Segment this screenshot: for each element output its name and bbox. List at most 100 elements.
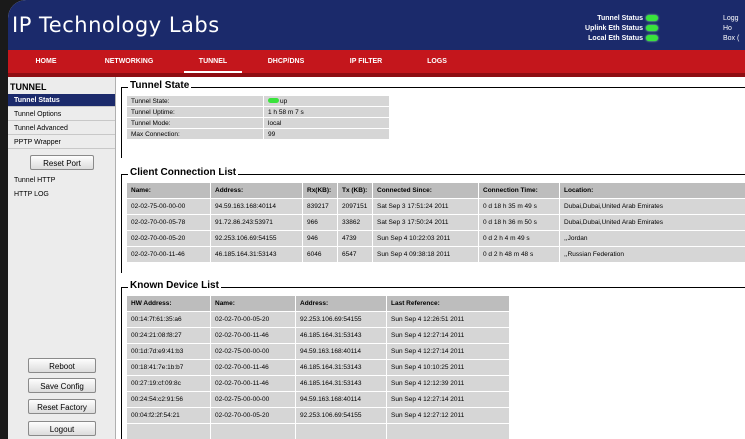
cell: 33862 bbox=[337, 214, 373, 231]
status-led-icon bbox=[646, 25, 658, 32]
device-list-section: Known Device List HW Address: Name: Addr… bbox=[121, 280, 745, 439]
cell: 0 d 2 h 48 m 48 s bbox=[478, 246, 560, 263]
cell: Sun Sep 4 12:26:51 2011 bbox=[386, 311, 510, 328]
status-panel: Tunnel Status Uplink Eth Status Local Et… bbox=[458, 14, 658, 44]
sidebar-item-http-log[interactable]: HTTP LOG bbox=[8, 188, 115, 201]
cell: 02-02-70-00-05-78 bbox=[126, 214, 211, 231]
reset-port-button[interactable]: Reset Port bbox=[30, 155, 94, 170]
sidebar-item-tunnel-status[interactable]: Tunnel Status bbox=[8, 94, 115, 107]
cell: 92.253.106.69:54155 bbox=[210, 230, 303, 247]
tunnel-status-label: Tunnel Status bbox=[597, 15, 643, 22]
sidebar-title: TUNNEL bbox=[10, 82, 47, 92]
table-row: 00:24:21:08:f8:27 02-02-70-00-11-46 46.185… bbox=[126, 327, 510, 344]
nav-dhcp-dns[interactable]: DHCP/DNS bbox=[256, 50, 316, 73]
cell: 46.185.164.31:53143 bbox=[295, 375, 387, 392]
table-row: 00:18:41:7e:1b:b7 02-02-70-00-11-46 46.185… bbox=[126, 359, 510, 376]
max-connection-label: Max Connection: bbox=[126, 128, 264, 140]
cell: 00:27:19:cf:09:8c bbox=[126, 375, 211, 392]
sidebar-item-tunnel-options[interactable]: Tunnel Options bbox=[8, 108, 115, 121]
sidebar-item-tunnel-http[interactable]: Tunnel HTTP bbox=[8, 174, 115, 187]
cell: 02-02-70-00-11-46 bbox=[210, 359, 296, 376]
table-row: Tunnel Mode: local bbox=[126, 117, 390, 129]
nav-home[interactable]: HOME bbox=[22, 50, 70, 73]
cell: 966 bbox=[302, 214, 338, 231]
table-row: 00:04:f2:2f:54:21 02-02-70-00-05-20 92.253… bbox=[126, 407, 510, 424]
logout-button[interactable]: Logout bbox=[28, 421, 96, 436]
table-row: 00:24:54:c2:91:56 02-02-75-00-00-00 94.59.… bbox=[126, 391, 510, 408]
col-location: Location: bbox=[559, 182, 745, 199]
col-connected-since: Connected Since: bbox=[372, 182, 479, 199]
tunnel-state-section: Tunnel State Tunnel State: up Tunnel Upt… bbox=[121, 80, 745, 158]
tunnel-state-title: Tunnel State bbox=[128, 80, 192, 91]
table-row: Tunnel State: up bbox=[126, 95, 390, 107]
known-device-table: HW Address: Name: Address: Last Referenc… bbox=[126, 295, 510, 439]
col-last-reference: Last Reference: bbox=[386, 295, 510, 312]
cell: 46.185.164.31:53143 bbox=[210, 246, 303, 263]
cell bbox=[210, 423, 296, 439]
client-list-section: Client Connection List Name: Address: Rx… bbox=[121, 167, 745, 273]
header-bar: IP Technology Labs Tunnel Status Uplink … bbox=[8, 0, 745, 50]
cell: Sun Sep 4 12:12:39 2011 bbox=[386, 375, 510, 392]
cell: 02-02-70-00-11-46 bbox=[210, 375, 296, 392]
cell: 0 d 18 h 36 m 50 s bbox=[478, 214, 560, 231]
max-connection-value: 99 bbox=[263, 128, 390, 140]
cell: Sat Sep 3 17:51:24 2011 bbox=[372, 198, 479, 215]
table-row: 00:1d:7d:e9:41:b3 02-02-75-00-00-00 94.59.… bbox=[126, 343, 510, 360]
local-status-row: Local Eth Status bbox=[458, 34, 658, 44]
reset-factory-button[interactable]: Reset Factory bbox=[28, 399, 96, 414]
cell: 02-02-70-00-11-46 bbox=[210, 327, 296, 344]
col-name: Name: bbox=[126, 182, 211, 199]
cell: 00:1d:7d:e9:41:b3 bbox=[126, 343, 211, 360]
cell: 02-02-75-00-00-00 bbox=[210, 391, 296, 408]
cell: Sun Sep 4 12:27:12 2011 bbox=[386, 407, 510, 424]
nav-tunnel[interactable]: TUNNEL bbox=[184, 50, 242, 73]
cell: Sun Sep 4 12:27:14 2011 bbox=[386, 391, 510, 408]
uplink-status-row: Uplink Eth Status bbox=[458, 24, 658, 34]
sidebar: TUNNEL Tunnel Status Tunnel Options Tunn… bbox=[8, 77, 116, 439]
client-list-title: Client Connection List bbox=[128, 167, 239, 178]
col-address: Address: bbox=[295, 295, 387, 312]
table-header-row: HW Address: Name: Address: Last Referenc… bbox=[126, 295, 510, 312]
cell: 0 d 2 h 4 m 49 s bbox=[478, 230, 560, 247]
tunnel-state-table: Tunnel State: up Tunnel Uptime: 1 h 58 m… bbox=[126, 95, 390, 140]
cell: 94.59.163.168:40114 bbox=[295, 391, 387, 408]
nav-logs[interactable]: LOGS bbox=[416, 50, 458, 73]
cell: 94.59.163.168:40114 bbox=[295, 343, 387, 360]
cell: 00:04:f2:2f:54:21 bbox=[126, 407, 211, 424]
nav-networking[interactable]: NETWORKING bbox=[98, 50, 160, 73]
cell: 0 d 18 h 35 m 49 s bbox=[478, 198, 560, 215]
sidebar-item-tunnel-advanced[interactable]: Tunnel Advanced bbox=[8, 122, 115, 135]
save-config-button[interactable]: Save Config bbox=[28, 378, 96, 393]
cell bbox=[295, 423, 387, 439]
cell: 02-02-70-00-05-20 bbox=[210, 407, 296, 424]
table-row: 02-02-70-00-11-46 46.185.164.31:53143 6046… bbox=[126, 246, 745, 263]
col-tx: Tx (KB): bbox=[337, 182, 373, 199]
cell: 02-02-75-00-00-00 bbox=[126, 198, 211, 215]
table-row: 02-02-70-00-05-20 92.253.106.69:54155 946 4… bbox=[126, 230, 745, 247]
state-value: up bbox=[263, 95, 390, 107]
cell: 92.253.106.69:54155 bbox=[295, 407, 387, 424]
status-led-icon bbox=[646, 15, 658, 22]
cell: ,,Jordan bbox=[559, 230, 745, 247]
cell: Sun Sep 4 12:27:14 2011 bbox=[386, 343, 510, 360]
table-row: Max Connection: 99 bbox=[126, 128, 390, 140]
header-right-info: Logg Ho Box ( bbox=[723, 14, 745, 44]
brand-logo: IP Technology Labs bbox=[12, 13, 220, 37]
table-row: 00:14:7f:61:35:a6 02-02-70-00-05-20 92.253… bbox=[126, 311, 510, 328]
nav-ip-filter[interactable]: IP FILTER bbox=[336, 50, 396, 73]
main-nav: HOME NETWORKING TUNNEL DHCP/DNS IP FILTE… bbox=[8, 50, 745, 77]
state-label: Tunnel State: bbox=[126, 95, 264, 107]
browser-frame: IP Technology Labs Tunnel Status Uplink … bbox=[8, 0, 745, 439]
sidebar-item-pptp-wrapper[interactable]: PPTP Wrapper bbox=[8, 136, 115, 149]
cell: 2097151 bbox=[337, 198, 373, 215]
cell: 02-02-70-00-05-20 bbox=[126, 230, 211, 247]
mode-value: local bbox=[263, 117, 390, 129]
cell: Dubai,Dubai,United Arab Emirates bbox=[559, 198, 745, 215]
reboot-button[interactable]: Reboot bbox=[28, 358, 96, 373]
col-address: Address: bbox=[210, 182, 303, 199]
cell: 6046 bbox=[302, 246, 338, 263]
uptime-label: Tunnel Uptime: bbox=[126, 106, 264, 118]
cell bbox=[386, 423, 510, 439]
client-connection-table: Name: Address: Rx(KB): Tx (KB): Connecte… bbox=[126, 182, 745, 263]
uplink-status-label: Uplink Eth Status bbox=[585, 25, 643, 32]
